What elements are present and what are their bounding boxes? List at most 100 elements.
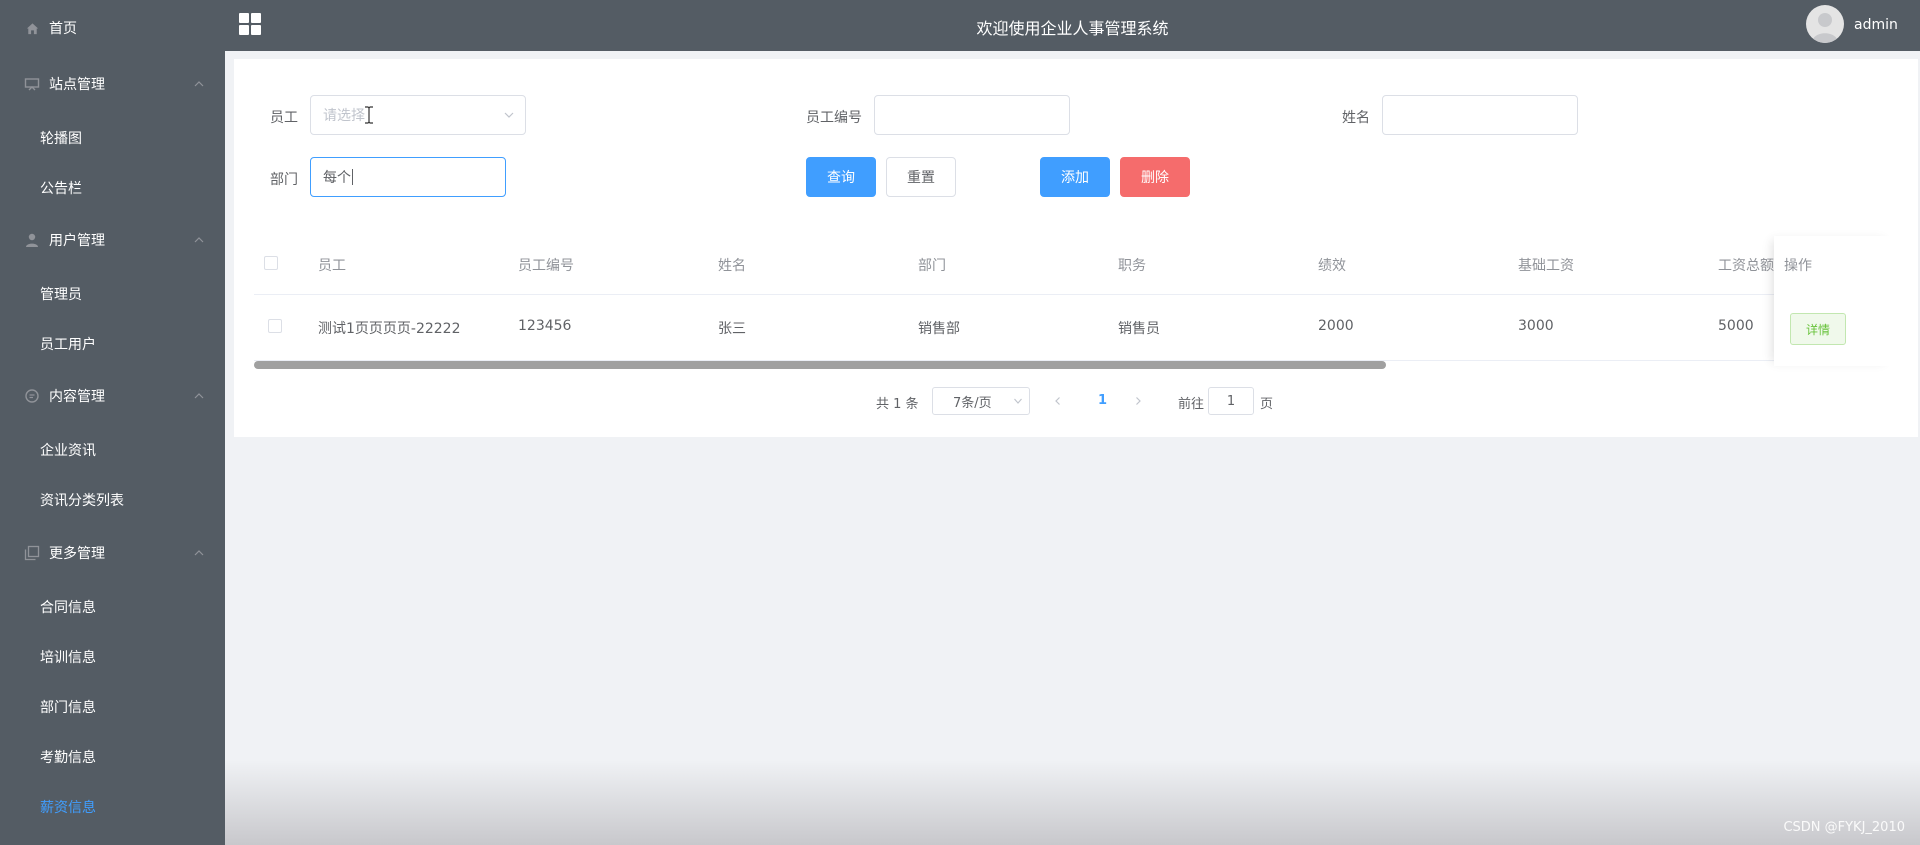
column-header: 员工 <box>318 258 346 274</box>
delete-button[interactable]: 删除 <box>1120 157 1190 197</box>
query-button[interactable]: 查询 <box>806 157 876 197</box>
column-header: 职务 <box>1118 258 1146 274</box>
sidebar-item-notice[interactable]: 公告栏 <box>0 168 225 208</box>
sidebar-group-content[interactable]: 内容管理 <box>0 376 225 416</box>
page-suffix: 页 <box>1260 397 1274 412</box>
sidebar-item-attendance[interactable]: 考勤信息 <box>0 737 225 777</box>
chevron-down-icon <box>504 112 514 118</box>
user-avatar-icon <box>1812 13 1838 43</box>
fixed-action-column: 操作 详情 <box>1774 236 1894 366</box>
row-divider <box>254 294 1894 295</box>
cell-department: 销售部 <box>918 321 960 337</box>
chevron-right-icon <box>1136 397 1141 405</box>
sidebar-item-label: 企业资讯 <box>40 443 96 459</box>
cell-employee: 测试1页页页页-22222 <box>318 321 461 337</box>
page-title: 欢迎使用企业人事管理系统 <box>976 19 1169 38</box>
watermark: CSDN @FYKJ_2010 <box>1783 820 1905 835</box>
sidebar-item-label: 管理员 <box>40 287 82 303</box>
avatar[interactable] <box>1806 5 1844 43</box>
department-input[interactable]: 每个 <box>310 157 506 197</box>
monitor-icon <box>24 76 40 92</box>
row-checkbox[interactable] <box>268 319 282 333</box>
add-button[interactable]: 添加 <box>1040 157 1110 197</box>
sidebar-item-label: 资讯分类列表 <box>40 493 124 509</box>
column-header: 基础工资 <box>1518 258 1574 274</box>
column-header: 部门 <box>918 258 946 274</box>
goto-page-input[interactable]: 1 <box>1208 387 1254 415</box>
employee-no-input[interactable] <box>874 95 1070 135</box>
copy-icon <box>24 545 40 561</box>
sidebar-group-label: 更多管理 <box>49 546 105 562</box>
prev-page-button[interactable] <box>1048 387 1068 415</box>
sidebar-group-label: 内容管理 <box>49 389 105 405</box>
sidebar-item-label: 公告栏 <box>40 181 82 197</box>
chevron-up-icon <box>194 393 204 399</box>
page-number[interactable]: 1 <box>1098 393 1107 408</box>
employee-select[interactable]: 请选择 <box>310 95 526 135</box>
text-cursor-icon <box>365 106 373 124</box>
sidebar-item-carousel[interactable]: 轮播图 <box>0 118 225 158</box>
column-header: 绩效 <box>1318 258 1346 274</box>
sidebar-group-users[interactable]: 用户管理 <box>0 220 225 260</box>
main-panel: 员工 请选择 员工编号 姓名 部门 每个 查询 重置 添加 删除 员工 员工编号… <box>234 59 1918 437</box>
sidebar-item-label: 培训信息 <box>40 650 96 666</box>
name-input[interactable] <box>1382 95 1578 135</box>
sidebar-item-label: 考勤信息 <box>40 750 96 766</box>
sidebar-item-home[interactable]: 首页 <box>0 8 225 48</box>
name-label: 姓名 <box>1342 110 1370 126</box>
goto-page-value: 1 <box>1226 393 1236 409</box>
select-all-checkbox[interactable] <box>264 256 278 270</box>
sidebar-item-contract[interactable]: 合同信息 <box>0 587 225 627</box>
sidebar-item-employee-users[interactable]: 员工用户 <box>0 324 225 364</box>
chat-icon <box>24 388 40 404</box>
chevron-up-icon <box>194 550 204 556</box>
scrollbar-thumb[interactable] <box>254 361 1386 369</box>
detail-button[interactable]: 详情 <box>1790 313 1846 345</box>
next-page-button[interactable] <box>1128 387 1148 415</box>
sidebar-item-label: 部门信息 <box>40 700 96 716</box>
sidebar-item-label: 合同信息 <box>40 600 96 616</box>
sidebar-item-admins[interactable]: 管理员 <box>0 274 225 314</box>
home-icon <box>24 20 40 36</box>
chevron-left-icon <box>1055 397 1060 405</box>
column-header: 员工编号 <box>518 258 574 274</box>
sidebar-item-training[interactable]: 培训信息 <box>0 637 225 677</box>
chevron-up-icon <box>194 81 204 87</box>
user-name[interactable]: admin <box>1854 17 1898 33</box>
column-header: 工资总额 <box>1718 258 1774 274</box>
sidebar-item-label: 轮播图 <box>40 131 82 147</box>
employee-label: 员工 <box>270 110 298 126</box>
sidebar-group-site[interactable]: 站点管理 <box>0 64 225 104</box>
sidebar: 首页 站点管理 轮播图 公告栏 用户管理 管理员 员工用户 内容管理 企业资讯 … <box>0 0 225 845</box>
cell-base-salary: 3000 <box>1518 318 1554 334</box>
department-value: 每个 <box>323 170 351 186</box>
employee-select-placeholder: 请选择 <box>323 108 365 124</box>
horizontal-scrollbar[interactable] <box>254 361 1894 369</box>
sidebar-group-more[interactable]: 更多管理 <box>0 533 225 573</box>
cell-total-salary: 5000 <box>1718 318 1754 334</box>
pagination-total: 共 1 条 <box>876 397 919 412</box>
column-header: 操作 <box>1784 258 1812 274</box>
goto-label: 前往 <box>1178 397 1205 412</box>
cell-performance: 2000 <box>1318 318 1354 334</box>
cell-employee-no: 123456 <box>518 318 572 334</box>
page-size-select[interactable]: 7条/页 <box>932 387 1030 415</box>
sidebar-item-news-category[interactable]: 资讯分类列表 <box>0 480 225 520</box>
reset-button[interactable]: 重置 <box>886 157 956 197</box>
text-caret <box>352 169 353 185</box>
chevron-down-icon <box>1014 398 1022 404</box>
sidebar-item-department[interactable]: 部门信息 <box>0 687 225 727</box>
top-header: 欢迎使用企业人事管理系统 admin <box>225 0 1920 51</box>
sidebar-item-news[interactable]: 企业资讯 <box>0 430 225 470</box>
sidebar-item-label: 薪资信息 <box>40 800 96 816</box>
sidebar-group-label: 站点管理 <box>49 77 105 93</box>
sidebar-group-label: 用户管理 <box>49 233 105 249</box>
page-size-value: 7条/页 <box>953 395 992 411</box>
chevron-up-icon <box>194 237 204 243</box>
department-label: 部门 <box>270 172 298 188</box>
sidebar-item-label: 首页 <box>49 21 77 37</box>
sidebar-item-label: 员工用户 <box>40 337 96 353</box>
cell-position: 销售员 <box>1118 321 1160 337</box>
user-icon <box>24 232 40 248</box>
sidebar-item-salary[interactable]: 薪资信息 <box>0 787 225 827</box>
